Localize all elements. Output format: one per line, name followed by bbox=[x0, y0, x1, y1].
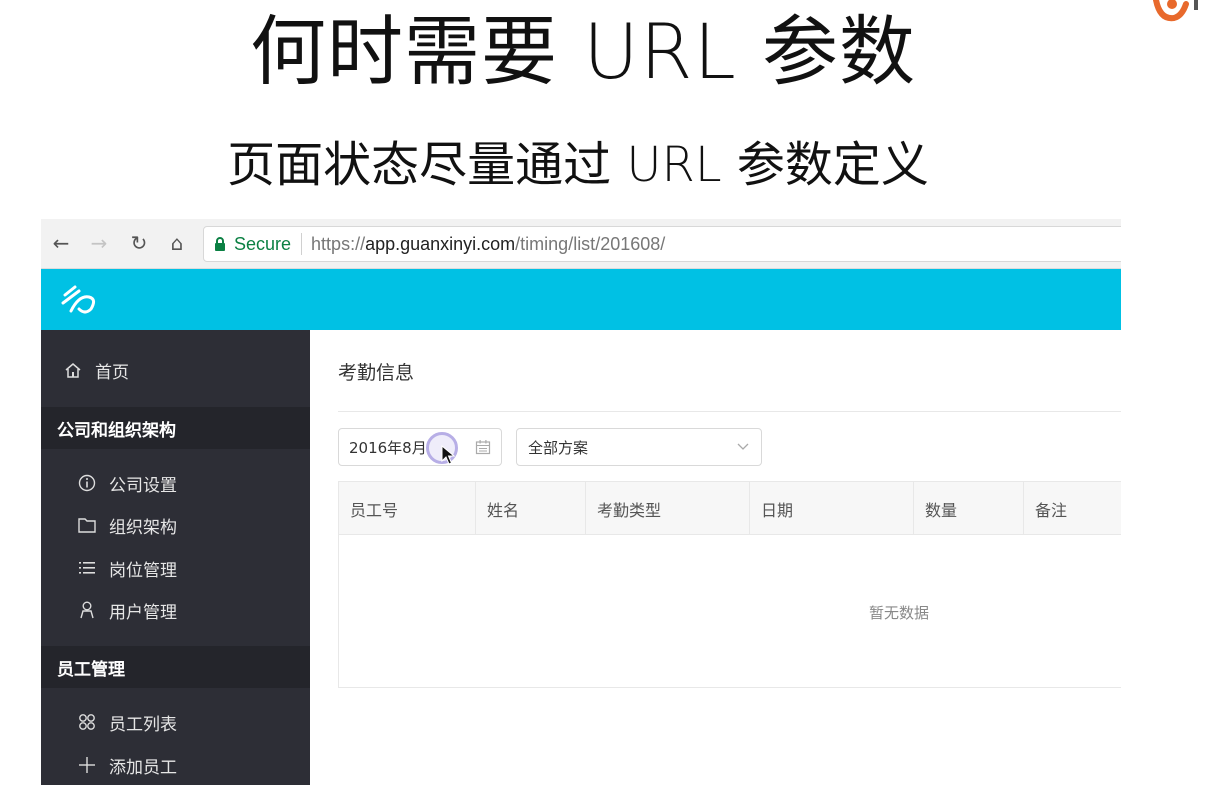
sidebar-item-home[interactable]: 首页 bbox=[41, 350, 310, 390]
secure-indicator[interactable]: Secure bbox=[204, 233, 303, 255]
app-header bbox=[41, 269, 1121, 330]
app-logo[interactable] bbox=[59, 281, 99, 317]
mouse-cursor-icon bbox=[441, 445, 455, 465]
house-icon bbox=[63, 360, 83, 380]
lock-icon bbox=[215, 236, 225, 251]
chevron-down-icon bbox=[737, 443, 749, 450]
sidebar-item-label: 员工列表 bbox=[109, 714, 177, 735]
address-bar[interactable]: Secure https://app.guanxinyi.com/timing/… bbox=[203, 226, 1121, 262]
sidebar-item-label: 组织架构 bbox=[109, 517, 177, 538]
month-picker[interactable]: 2016年8月 bbox=[338, 428, 502, 466]
browser-window: ← → ↻ ⌂ Secure https://app.guanxinyi.com… bbox=[41, 219, 1121, 785]
sidebar-item-label: 首页 bbox=[95, 362, 129, 383]
corner-logo-icon bbox=[1153, 0, 1198, 22]
plus-icon bbox=[77, 755, 97, 775]
table-column-header[interactable]: 日期 bbox=[750, 482, 914, 535]
attendance-table: 员工号 姓名 考勤类型 日期 数量 备注 暂无数据 bbox=[338, 481, 1121, 688]
forward-icon[interactable]: → bbox=[85, 229, 113, 257]
calendar-icon bbox=[475, 440, 491, 455]
main-content: 考勤信息 2016年8月 全部方案 员工号 姓名 考勤类型 日期 数量 备注 暂… bbox=[310, 330, 1121, 785]
browser-toolbar: ← → ↻ ⌂ Secure https://app.guanxinyi.com… bbox=[41, 219, 1121, 269]
sidebar-item-label: 公司设置 bbox=[109, 475, 177, 496]
sidebar-item-label: 添加员工 bbox=[109, 757, 177, 778]
scheme-select[interactable]: 全部方案 bbox=[516, 428, 762, 466]
slide-title: 何时需要 URL 参数 bbox=[249, 7, 917, 96]
info-icon bbox=[77, 473, 97, 493]
home-icon[interactable]: ⌂ bbox=[163, 229, 191, 257]
sidebar-item-label: 用户管理 bbox=[109, 602, 177, 623]
url-path: /timing/list/201608/ bbox=[515, 233, 666, 254]
table-column-header[interactable]: 备注 bbox=[1024, 482, 1121, 535]
back-icon[interactable]: ← bbox=[47, 229, 75, 257]
month-picker-value: 2016年8月 bbox=[349, 438, 427, 457]
url-scheme: https:// bbox=[311, 233, 366, 254]
table-empty-text: 暂无数据 bbox=[868, 603, 929, 622]
table-column-header[interactable]: 姓名 bbox=[476, 482, 586, 535]
scheme-select-value: 全部方案 bbox=[528, 438, 589, 457]
sidebar-item-label: 岗位管理 bbox=[109, 560, 177, 581]
sidebar-item-users[interactable]: 用户管理 bbox=[41, 590, 310, 630]
sidebar-group-company[interactable]: 公司和组织架构 bbox=[41, 407, 310, 449]
sidebar-group-label: 员工管理 bbox=[57, 659, 125, 680]
table-header: 员工号 姓名 考勤类型 日期 数量 备注 bbox=[339, 482, 1121, 535]
sidebar-item-positions[interactable]: 岗位管理 bbox=[41, 548, 310, 588]
sidebar-item-company-settings[interactable]: 公司设置 bbox=[41, 463, 310, 503]
secure-label: Secure bbox=[234, 233, 292, 254]
sidebar-item-employee-list[interactable]: 员工列表 bbox=[41, 702, 310, 742]
sidebar-group-label: 公司和组织架构 bbox=[57, 420, 176, 441]
url-text: https://app.guanxinyi.com/timing/list/20… bbox=[302, 234, 665, 255]
grid-icon bbox=[77, 712, 97, 732]
sidebar-group-employees[interactable]: 员工管理 bbox=[41, 646, 310, 688]
table-column-header[interactable]: 考勤类型 bbox=[586, 482, 750, 535]
folder-icon bbox=[77, 515, 97, 535]
page-title: 考勤信息 bbox=[338, 362, 415, 384]
reload-icon[interactable]: ↻ bbox=[125, 229, 153, 257]
user-icon bbox=[77, 600, 97, 620]
table-column-header[interactable]: 员工号 bbox=[339, 482, 476, 535]
list-icon bbox=[77, 558, 97, 578]
sidebar-item-add-employee[interactable]: 添加员工 bbox=[41, 745, 310, 785]
slide-subtitle: 页面状态尽量通过 URL 参数定义 bbox=[227, 137, 929, 193]
sidebar-item-org-structure[interactable]: 组织架构 bbox=[41, 505, 310, 545]
table-column-header[interactable]: 数量 bbox=[914, 482, 1024, 535]
divider bbox=[338, 411, 1121, 412]
sidebar: 首页 公司和组织架构 公司设置 组织架构 岗位管理 用户管理 员工管理 员工列表… bbox=[41, 330, 310, 785]
url-host: app.guanxinyi.com bbox=[365, 233, 516, 254]
